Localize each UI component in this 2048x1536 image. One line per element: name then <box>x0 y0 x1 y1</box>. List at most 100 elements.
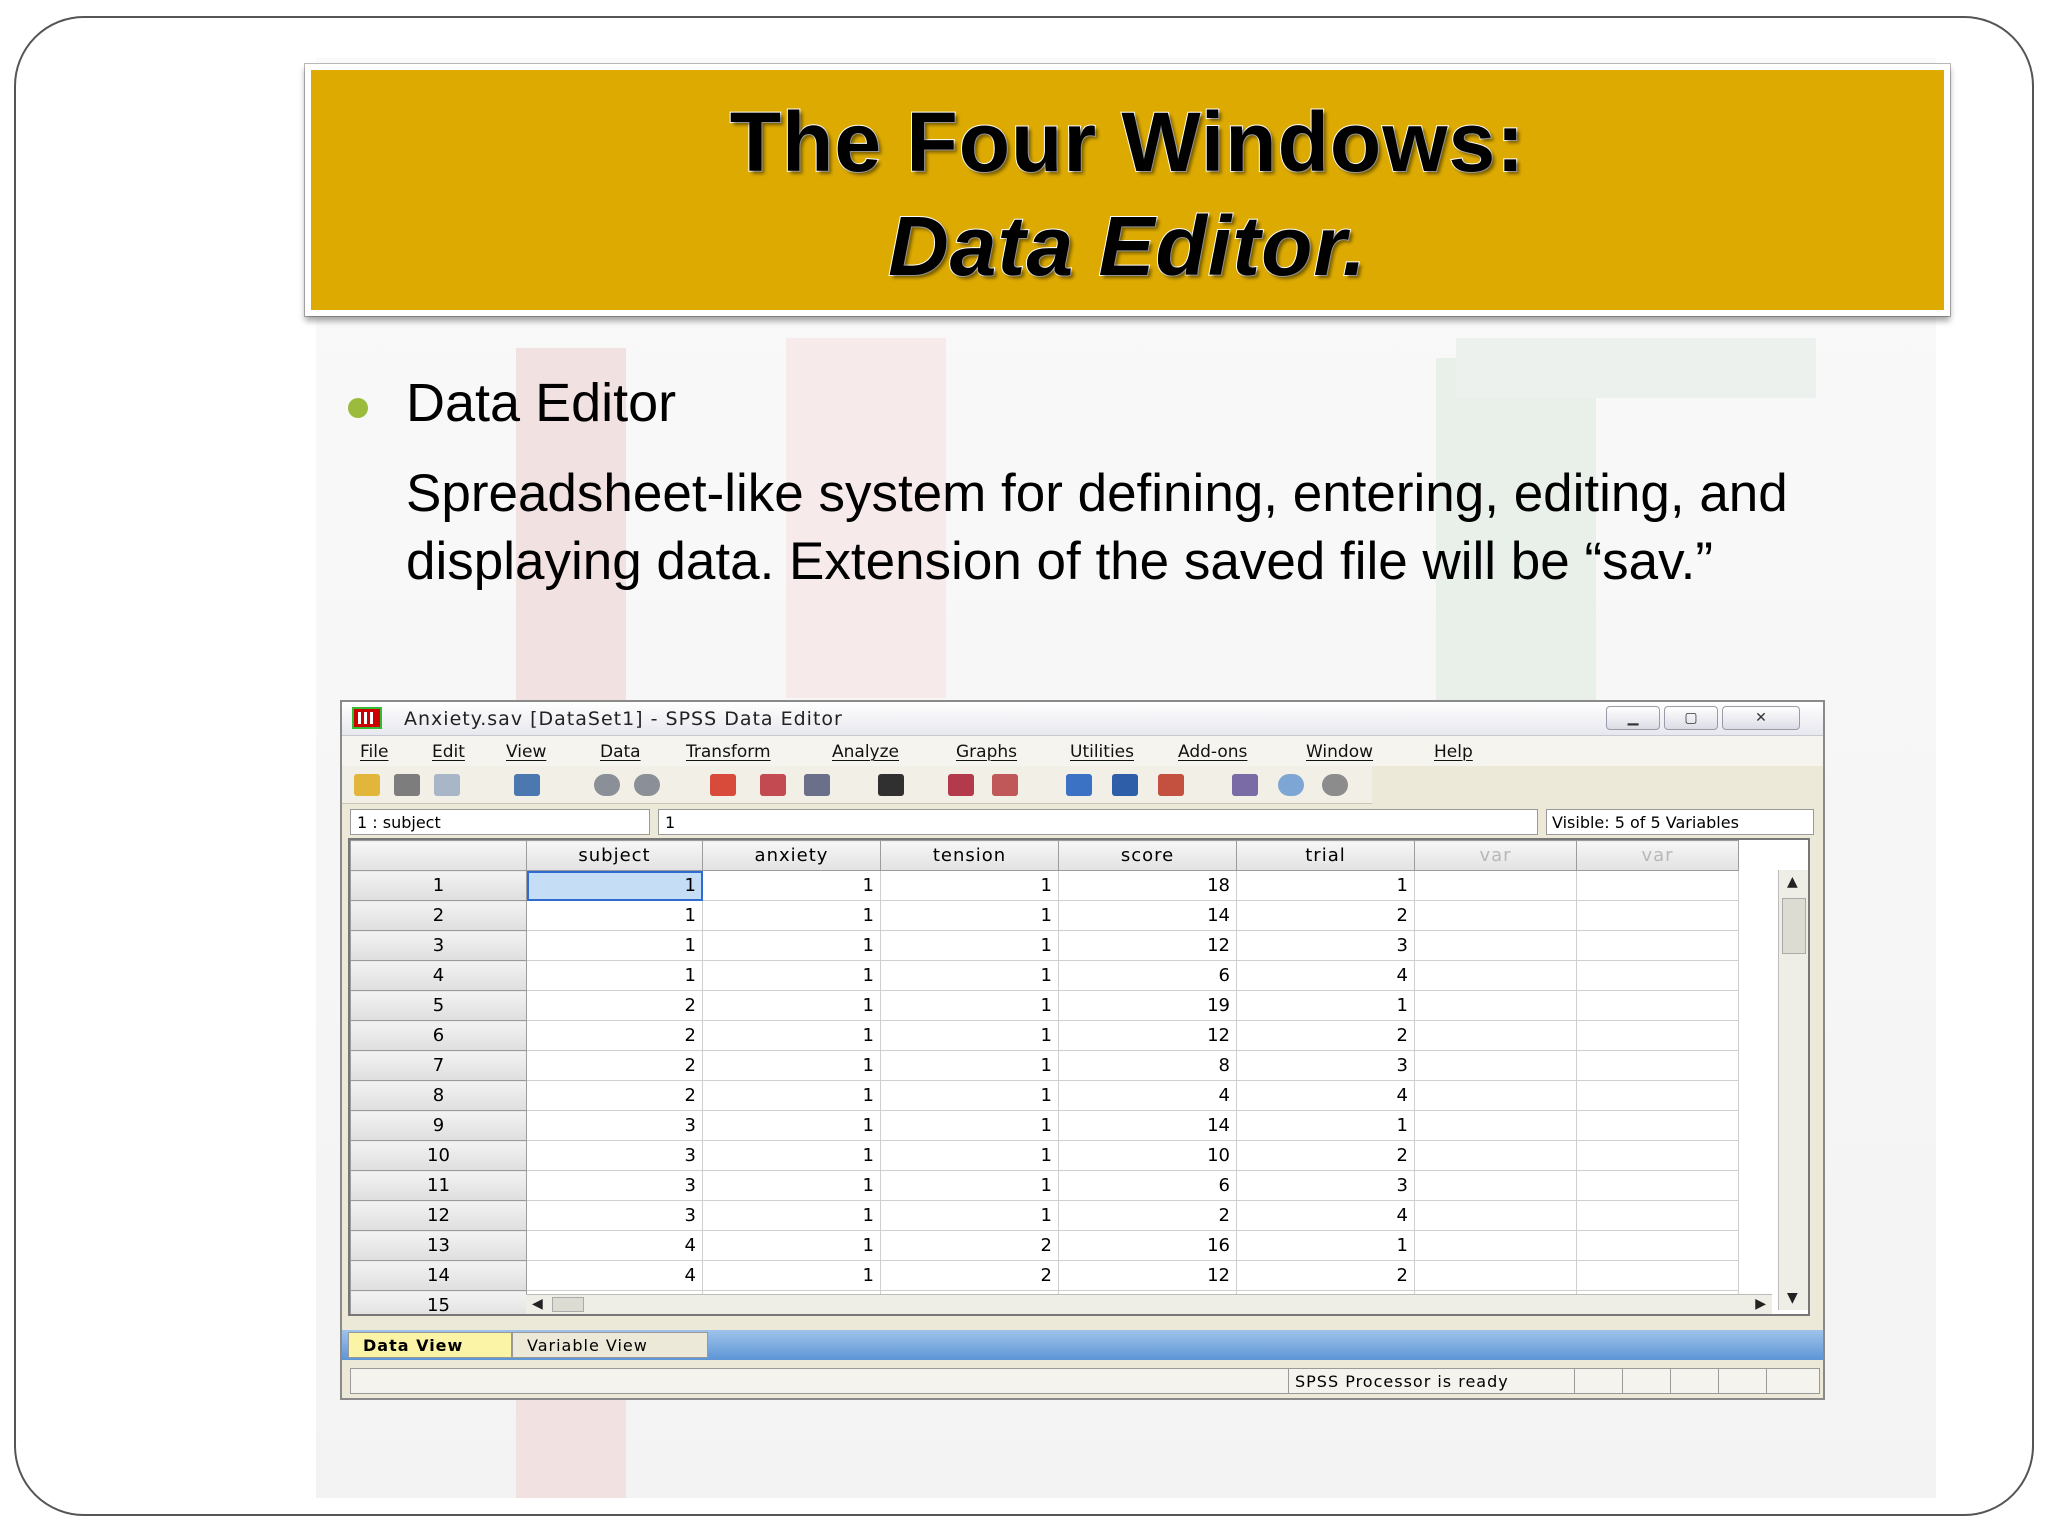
data-cell-trial[interactable]: 4 <box>1236 1080 1415 1111</box>
row-number[interactable]: 2 <box>350 900 527 931</box>
data-cell-anxiety[interactable]: 1 <box>702 1200 881 1231</box>
data-cell-anxiety[interactable]: 1 <box>702 960 881 991</box>
empty-cell[interactable] <box>1576 1200 1739 1231</box>
data-cell-trial[interactable]: 2 <box>1236 900 1415 931</box>
cell-value-field[interactable]: 1 <box>658 809 1538 835</box>
data-cell-tension[interactable]: 2 <box>880 1230 1059 1261</box>
data-cell-subject[interactable]: 3 <box>526 1200 703 1231</box>
empty-cell[interactable] <box>1576 930 1739 961</box>
menu-utilities[interactable]: Utilities <box>1070 742 1134 762</box>
select-cases-icon[interactable] <box>1066 774 1092 796</box>
data-cell-subject[interactable]: 2 <box>526 1080 703 1111</box>
empty-cell[interactable] <box>1576 870 1739 901</box>
empty-cell[interactable] <box>1414 1080 1577 1111</box>
empty-cell[interactable] <box>1576 900 1739 931</box>
value-labels-icon[interactable] <box>1158 774 1184 796</box>
data-cell-tension[interactable]: 1 <box>880 870 1059 901</box>
row-number[interactable]: 3 <box>350 930 527 961</box>
row-number[interactable]: 6 <box>350 1020 527 1051</box>
horizontal-scroll-thumb[interactable] <box>552 1297 584 1312</box>
data-cell-tension[interactable]: 1 <box>880 1200 1059 1231</box>
data-cell-score[interactable]: 2 <box>1058 1200 1237 1231</box>
insert-cases-icon[interactable] <box>948 774 974 796</box>
menu-transform[interactable]: Transform <box>686 742 771 762</box>
undo-icon[interactable] <box>594 774 620 796</box>
column-header-empty[interactable]: var <box>1414 840 1577 871</box>
data-cell-anxiety[interactable]: 1 <box>702 1260 881 1291</box>
data-cell-trial[interactable]: 2 <box>1236 1260 1415 1291</box>
data-cell-score[interactable]: 16 <box>1058 1230 1237 1261</box>
close-icon[interactable]: ✕ <box>1722 706 1800 730</box>
variables-icon[interactable] <box>804 774 830 796</box>
data-cell-score[interactable]: 12 <box>1058 1020 1237 1051</box>
data-cell-score[interactable]: 10 <box>1058 1140 1237 1171</box>
column-header[interactable]: score <box>1058 840 1237 871</box>
empty-cell[interactable] <box>1576 1080 1739 1111</box>
empty-cell[interactable] <box>1414 1200 1577 1231</box>
scroll-left-icon[interactable]: ◀ <box>532 1296 543 1312</box>
data-cell-trial[interactable]: 3 <box>1236 930 1415 961</box>
empty-cell[interactable] <box>1576 1260 1739 1291</box>
data-cell-subject[interactable]: 3 <box>526 1140 703 1171</box>
empty-cell[interactable] <box>1414 1020 1577 1051</box>
row-number[interactable]: 7 <box>350 1050 527 1081</box>
data-cell-trial[interactable]: 1 <box>1236 1230 1415 1261</box>
row-number[interactable]: 13 <box>350 1230 527 1261</box>
cell-reference-field[interactable]: 1 : subject <box>350 809 650 835</box>
data-cell-tension[interactable]: 1 <box>880 900 1059 931</box>
empty-cell[interactable] <box>1414 1230 1577 1261</box>
data-cell-anxiety[interactable]: 1 <box>702 990 881 1021</box>
minimize-icon[interactable]: ▁ <box>1606 706 1660 730</box>
menu-addons[interactable]: Add-ons <box>1178 742 1247 762</box>
data-cell-trial[interactable]: 1 <box>1236 990 1415 1021</box>
menu-graphs[interactable]: Graphs <box>956 742 1017 762</box>
data-cell-score[interactable]: 18 <box>1058 870 1237 901</box>
insert-variable-icon[interactable] <box>760 774 786 796</box>
column-header[interactable]: anxiety <box>702 840 881 871</box>
data-cell-trial[interactable]: 3 <box>1236 1170 1415 1201</box>
empty-cell[interactable] <box>1414 960 1577 991</box>
data-cell-subject[interactable]: 1 <box>526 900 703 931</box>
data-cell-score[interactable]: 6 <box>1058 1170 1237 1201</box>
data-cell-trial[interactable]: 2 <box>1236 1020 1415 1051</box>
data-cell-subject[interactable]: 3 <box>526 1110 703 1141</box>
data-cell-anxiety[interactable]: 1 <box>702 1230 881 1261</box>
data-cell-subject[interactable]: 1 <box>526 930 703 961</box>
row-number[interactable]: 4 <box>350 960 527 991</box>
data-cell-anxiety[interactable]: 1 <box>702 1020 881 1051</box>
data-cell-trial[interactable]: 3 <box>1236 1050 1415 1081</box>
column-header[interactable]: subject <box>526 840 703 871</box>
tab-data-view[interactable]: Data View <box>348 1332 512 1358</box>
data-cell-tension[interactable]: 2 <box>880 1260 1059 1291</box>
data-cell-anxiety[interactable]: 1 <box>702 870 881 901</box>
data-cell-score[interactable]: 12 <box>1058 1260 1237 1291</box>
row-number[interactable]: 15 <box>350 1290 527 1314</box>
open-icon[interactable] <box>354 774 380 796</box>
empty-cell[interactable] <box>1414 990 1577 1021</box>
data-cell-anxiety[interactable]: 1 <box>702 900 881 931</box>
menu-analyze[interactable]: Analyze <box>832 742 899 762</box>
data-cell-score[interactable]: 6 <box>1058 960 1237 991</box>
data-cell-tension[interactable]: 1 <box>880 990 1059 1021</box>
split-file-icon[interactable] <box>992 774 1018 796</box>
column-header[interactable]: trial <box>1236 840 1415 871</box>
scroll-right-icon[interactable]: ▶ <box>1755 1296 1766 1312</box>
data-cell-subject[interactable]: 3 <box>526 1170 703 1201</box>
data-cell-tension[interactable]: 1 <box>880 930 1059 961</box>
data-cell-trial[interactable]: 4 <box>1236 960 1415 991</box>
data-cell-score[interactable]: 4 <box>1058 1080 1237 1111</box>
row-number[interactable]: 12 <box>350 1200 527 1231</box>
show-all-variables-icon[interactable] <box>1278 774 1304 796</box>
weight-cases-icon[interactable] <box>1112 774 1138 796</box>
row-number[interactable]: 5 <box>350 990 527 1021</box>
empty-cell[interactable] <box>1414 930 1577 961</box>
data-cell-tension[interactable]: 1 <box>880 960 1059 991</box>
data-cell-score[interactable]: 14 <box>1058 900 1237 931</box>
data-cell-anxiety[interactable]: 1 <box>702 1050 881 1081</box>
empty-cell[interactable] <box>1576 1020 1739 1051</box>
redo-icon[interactable] <box>634 774 660 796</box>
row-number[interactable]: 14 <box>350 1260 527 1291</box>
data-cell-subject[interactable]: 4 <box>526 1260 703 1291</box>
empty-cell[interactable] <box>1414 1110 1577 1141</box>
data-cell-score[interactable]: 19 <box>1058 990 1237 1021</box>
